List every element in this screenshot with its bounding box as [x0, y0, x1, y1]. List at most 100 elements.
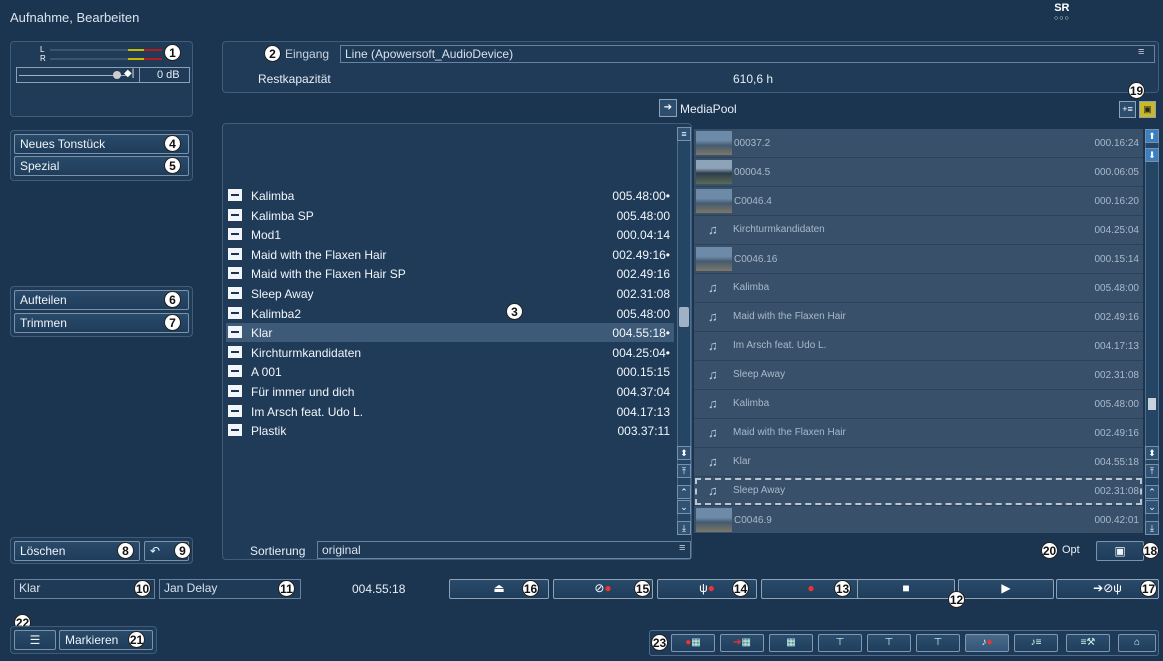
sort-menu-icon[interactable]: ≡: [679, 542, 685, 554]
pool-item[interactable]: ♫ Sleep Away 002.31:08: [694, 477, 1143, 506]
remove-track-icon[interactable]: [228, 209, 242, 221]
audio-list-icon[interactable]: ♪≡: [1014, 634, 1058, 652]
badge-10: 10: [134, 580, 151, 597]
remove-track-icon[interactable]: [228, 385, 242, 397]
pool-item-duration: 004.17:13: [1094, 341, 1140, 352]
track-row[interactable]: Plastik 003.37:11: [226, 421, 674, 440]
list-scroll-bottom-icon[interactable]: ⤓: [677, 521, 691, 535]
pool-move-down-icon[interactable]: ⬇: [1145, 148, 1159, 162]
mediapool-arrow-icon[interactable]: ➔: [659, 99, 677, 117]
pool-item[interactable]: ♫ Sleep Away 002.31:08: [694, 361, 1143, 390]
new-track-button[interactable]: Neues Tonstück: [14, 134, 189, 154]
pool-item[interactable]: ♫ Klar 004.55:18: [694, 448, 1143, 477]
pool-item[interactable]: ♫ Maid with the Flaxen Hair 002.49:16: [694, 419, 1143, 448]
remove-track-icon[interactable]: [228, 248, 242, 260]
pool-move-up-icon[interactable]: ⬆: [1145, 129, 1159, 143]
input-select[interactable]: Line (Apowersoft_AudioDevice): [340, 45, 1155, 63]
remove-track-icon[interactable]: [228, 405, 242, 417]
pool-item[interactable]: 00004.5 000.06:05: [694, 158, 1143, 187]
pool-options-button[interactable]: ▣: [1096, 541, 1144, 561]
track-row[interactable]: Kalimba SP 005.48:00: [226, 206, 674, 225]
track-row[interactable]: A 001 000.15:15: [226, 362, 674, 381]
badge-1: 1: [164, 44, 181, 61]
remove-track-icon[interactable]: [228, 267, 242, 279]
remove-track-icon[interactable]: [228, 307, 242, 319]
sort-select[interactable]: original: [317, 541, 691, 559]
pool-scroll-updown-icon[interactable]: ⬍: [1145, 446, 1159, 460]
track-row[interactable]: Maid with the Flaxen Hair 002.49:16•: [226, 245, 674, 264]
grid-edit-icon[interactable]: ▦: [769, 634, 813, 652]
pool-scroll-down-icon[interactable]: ⌄: [1145, 500, 1159, 514]
pool-item-name: Im Arsch feat. Udo L.: [733, 340, 827, 351]
settings-button[interactable]: ☰: [14, 630, 56, 650]
track-row[interactable]: Sleep Away 002.31:08: [226, 284, 674, 303]
tools-icon[interactable]: ≡⚒: [1066, 634, 1110, 652]
pool-item[interactable]: C0046.4 000.16:20: [694, 187, 1143, 216]
track-name: A 001: [251, 365, 282, 379]
track-row[interactable]: Mod1 000.04:14: [226, 225, 674, 244]
remove-track-icon[interactable]: [228, 228, 242, 240]
pool-scroll-top-icon[interactable]: ⤒: [1145, 464, 1159, 478]
track-duration: 005.48:00: [616, 209, 670, 223]
import-grid-icon[interactable]: ➔▦: [720, 634, 764, 652]
audio-record-icon[interactable]: ♪●: [965, 634, 1009, 652]
media-pool-list: 00037.2 000.16:24 00004.5 000.06:05 C0046.4 0…: [694, 129, 1143, 533]
pool-item[interactable]: ♫ Maid with the Flaxen Hair 002.49:16: [694, 303, 1143, 332]
track-row[interactable]: Kalimba2 005.48:00: [226, 304, 674, 323]
trim-button[interactable]: Trimmen: [14, 313, 189, 333]
pool-scroll-up-icon[interactable]: ⌃: [1145, 485, 1159, 499]
split-button[interactable]: Aufteilen: [14, 290, 189, 310]
list-scroll-thumb[interactable]: [679, 307, 689, 327]
remove-track-icon[interactable]: [228, 346, 242, 358]
pool-item[interactable]: ♫ Kalimba 005.48:00: [694, 274, 1143, 303]
track-row[interactable]: Kirchturmkandidaten 004.25:04•: [226, 343, 674, 362]
pool-item[interactable]: C0046.9 000.42:01: [694, 506, 1143, 533]
pool-item[interactable]: C0046.16 000.15:14: [694, 245, 1143, 274]
pool-item[interactable]: ♫ Kirchturmkandidaten 004.25:04: [694, 216, 1143, 245]
play-button[interactable]: ▶: [958, 579, 1054, 599]
pool-item[interactable]: ♫ Im Arsch feat. Udo L. 004.17:13: [694, 332, 1143, 361]
timeline-tool-icon[interactable]: ⊤: [916, 634, 960, 652]
list-scroll-up-icon[interactable]: ⌃: [677, 485, 691, 499]
list-scroll-updown-icon[interactable]: ⬍: [677, 446, 691, 460]
input-menu-icon[interactable]: ≡: [1138, 46, 1144, 58]
special-button[interactable]: Spezial: [14, 156, 189, 176]
gain-knob[interactable]: [113, 71, 121, 79]
home-icon[interactable]: ⌂: [1118, 634, 1156, 652]
add-to-pool-icon[interactable]: +≡: [1119, 101, 1136, 118]
track-row[interactable]: Maid with the Flaxen Hair SP 002.49:16: [226, 264, 674, 283]
stop-button[interactable]: ■: [857, 579, 955, 599]
pool-item[interactable]: ♫ Kalimba 005.48:00: [694, 390, 1143, 419]
badge-11: 11: [278, 580, 295, 597]
remove-track-icon[interactable]: [228, 424, 242, 436]
track-row[interactable]: Für immer und dich 004.37:04: [226, 382, 674, 401]
timeline-trans-icon[interactable]: ⊤: [867, 634, 911, 652]
badge-18: 18: [1142, 542, 1159, 559]
opt-button[interactable]: Opt: [1062, 544, 1080, 556]
track-duration: 002.31:08: [616, 287, 670, 301]
pool-item[interactable]: 00037.2 000.16:24: [694, 129, 1143, 158]
track-row[interactable]: Kalimba 005.48:00•: [226, 186, 674, 205]
remove-track-icon[interactable]: [228, 287, 242, 299]
list-scroll-top-icon[interactable]: ⤒: [677, 464, 691, 478]
badge-5: 5: [164, 157, 181, 174]
track-name: Im Arsch feat. Udo L.: [251, 405, 364, 419]
timeline-fx-icon[interactable]: ⊤: [818, 634, 862, 652]
remove-track-icon[interactable]: [228, 326, 242, 338]
capacity-value: 610,6 h: [733, 72, 774, 86]
remove-track-icon[interactable]: [228, 365, 242, 377]
pool-scroll-bottom-icon[interactable]: ⤓: [1145, 521, 1159, 535]
list-menu-icon[interactable]: ≡: [677, 127, 691, 141]
pool-item-duration: 002.31:08: [1094, 370, 1140, 381]
list-scroll-down-icon[interactable]: ⌄: [677, 500, 691, 514]
record-grid-icon[interactable]: ●▦: [671, 634, 715, 652]
track-row[interactable]: Im Arsch feat. Udo L. 004.17:13: [226, 402, 674, 421]
track-duration: 004.25:04•: [612, 346, 670, 360]
track-name: Für immer und dich: [251, 385, 355, 399]
remove-track-icon[interactable]: [228, 189, 242, 201]
gain-slider[interactable]: ◆| 0 dB: [16, 67, 190, 83]
pool-item-duration: 000.06:05: [1094, 167, 1140, 178]
track-row[interactable]: Klar 004.55:18•: [226, 323, 674, 342]
pool-scroll-thumb[interactable]: [1148, 398, 1156, 410]
pool-storage-icon[interactable]: ▣: [1139, 101, 1156, 118]
